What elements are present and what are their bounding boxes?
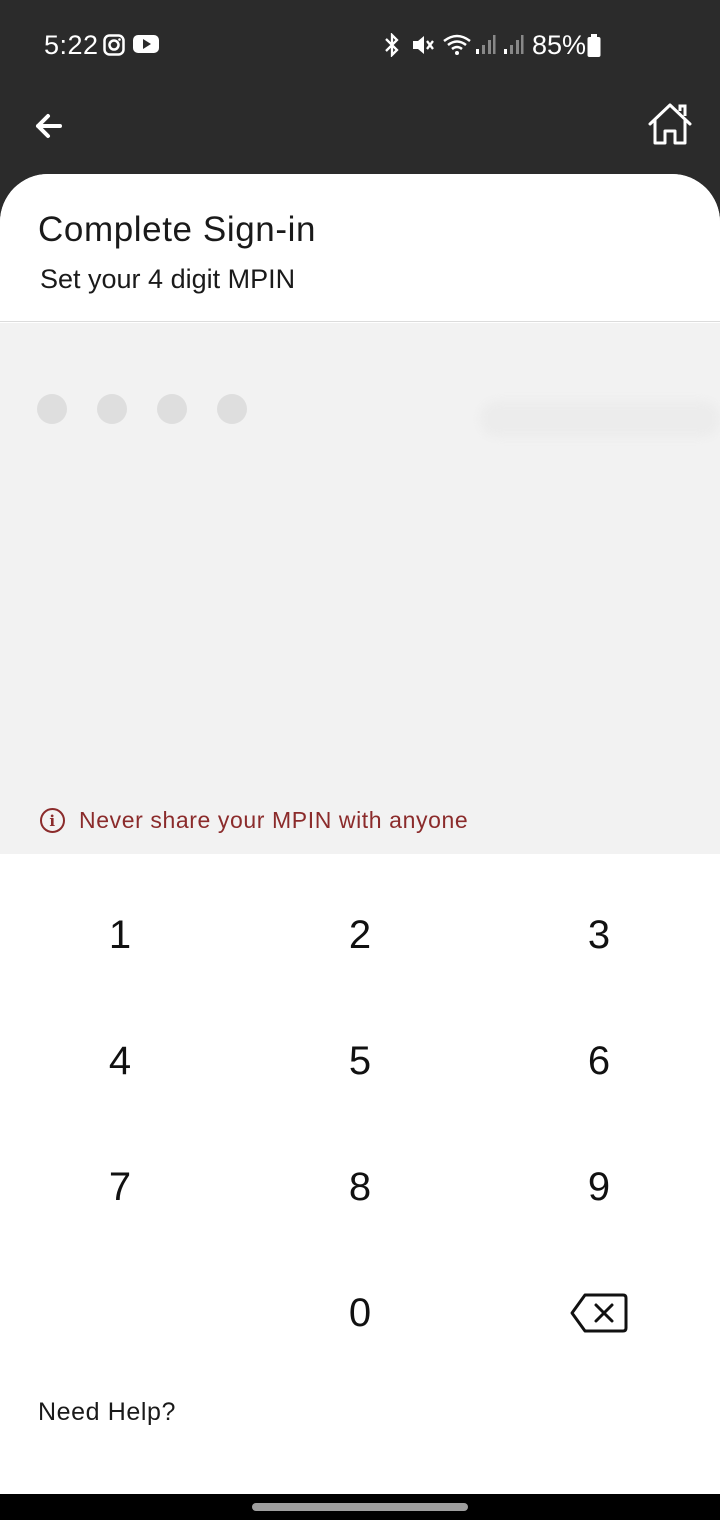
pin-dot [37,394,67,424]
sheet-header: Complete Sign-in Set your 4 digit MPIN [0,174,720,322]
bluetooth-icon [385,33,399,57]
key-6[interactable]: 6 [499,1006,699,1116]
youtube-icon [133,35,159,53]
key-2[interactable]: 2 [260,880,460,990]
key-1[interactable]: 1 [20,880,220,990]
wifi-icon [443,34,471,55]
pin-dot [97,394,127,424]
signal-icon [476,35,496,54]
backspace-icon [570,1293,628,1333]
battery-icon [587,34,601,57]
key-8[interactable]: 8 [260,1132,460,1242]
security-warning: i Never share your MPIN with anyone [40,807,468,834]
numeric-keypad: 1 2 3 4 5 6 7 8 9 0 [0,880,720,1384]
page-title: Complete Sign-in [38,210,317,249]
pin-dots [37,394,247,424]
key-7[interactable]: 7 [20,1132,220,1242]
warning-text: Never share your MPIN with anyone [79,807,469,833]
home-gesture-handle[interactable] [252,1503,468,1511]
mpin-screen: 5:22 85% Complete Sign-in Set your 4 dig… [0,0,720,1520]
key-0[interactable]: 0 [260,1258,460,1368]
arrow-left-icon[interactable] [30,106,70,146]
mute-icon [413,36,434,54]
blurred-hint [480,401,720,437]
page-subtitle: Set your 4 digit MPIN [40,264,296,294]
info-icon: i [40,808,65,833]
need-help-link[interactable]: Need Help? [38,1398,176,1427]
navigation-bar [0,1494,720,1520]
pin-dot [217,394,247,424]
key-3[interactable]: 3 [499,880,699,990]
battery-percent: 85% [532,30,587,60]
signal-icon [504,35,524,54]
home-icon[interactable] [646,100,694,148]
pin-dot [157,394,187,424]
key-9[interactable]: 9 [499,1132,699,1242]
pin-input-area[interactable]: i Never share your MPIN with anyone [0,323,720,854]
app-bar [0,90,720,174]
key-4[interactable]: 4 [20,1006,220,1116]
sign-in-sheet: Complete Sign-in Set your 4 digit MPIN i… [0,174,720,1494]
backspace-button[interactable] [499,1258,699,1368]
status-bar: 5:22 85% [0,0,720,90]
key-5[interactable]: 5 [260,1006,460,1116]
instagram-icon [103,34,125,56]
status-time: 5:22 [44,30,99,60]
